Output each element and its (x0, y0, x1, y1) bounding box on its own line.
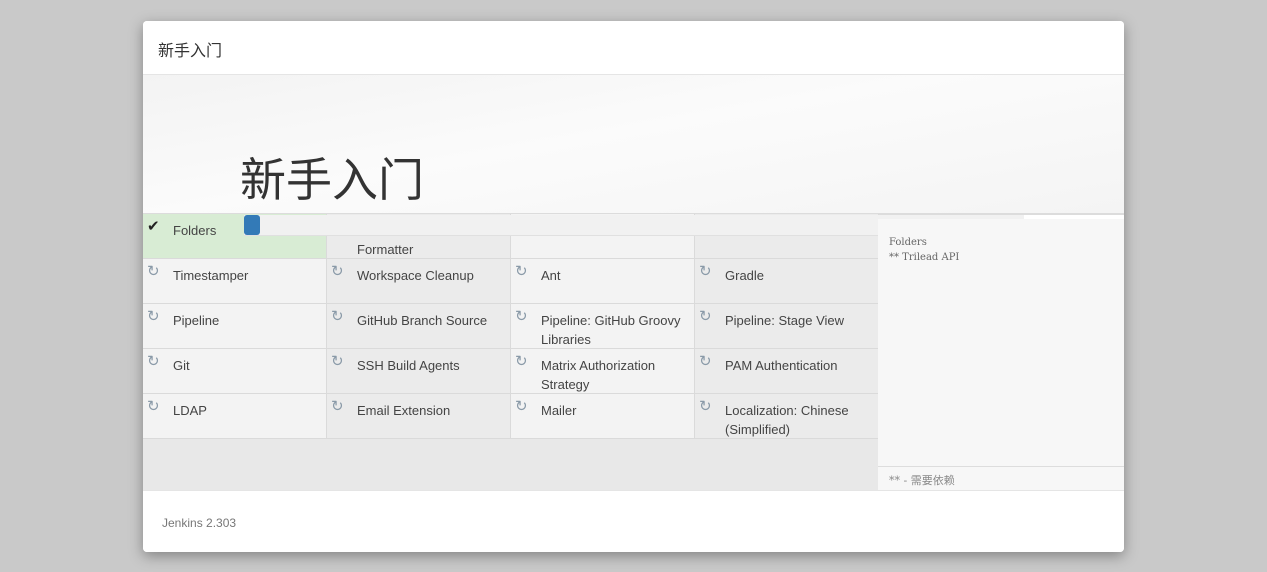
plugin-tile: ↻ Pipeline: GitHub Groovy Libraries (511, 304, 695, 349)
plugin-tile: ↻ Localization: Chinese (Simplified) (695, 394, 879, 439)
plugin-name: Pipeline (173, 313, 220, 328)
plugin-name: Gradle (725, 268, 765, 283)
version-label: Jenkins 2.303 (162, 516, 237, 530)
refresh-icon: ↻ (699, 353, 712, 370)
plugin-name: PAM Authentication (725, 358, 838, 373)
refresh-icon: ↻ (515, 263, 528, 280)
plugin-tile: ↻ Email Extension (327, 394, 511, 439)
plugin-tile: ↻ Gradle (695, 259, 879, 304)
plugin-name: Email Extension (357, 403, 451, 418)
refresh-icon: ↻ (699, 263, 712, 280)
plugin-tile: ↻ Workspace Cleanup (327, 259, 511, 304)
refresh-icon: ↻ (515, 398, 528, 415)
log-line: Folders (889, 237, 927, 248)
refresh-icon: ↻ (699, 398, 712, 415)
dialog-header: 新手入门 (143, 21, 1124, 75)
plugin-name: SSH Build Agents (357, 358, 460, 373)
plugin-tile: ↻ LDAP (143, 394, 327, 439)
setup-wizard-dialog: 新手入门 新手入门 ✔ Folders ↻ Formatter ↻ ↻ ↻ Timestamp… (143, 21, 1124, 552)
plugin-name: Timestamper (173, 268, 249, 283)
refresh-icon: ↻ (331, 398, 344, 415)
plugin-tile: ↻ PAM Authentication (695, 349, 879, 394)
plugin-name: Pipeline: Stage View (725, 313, 845, 328)
refresh-icon: ↻ (147, 263, 160, 280)
dialog-footer: Jenkins 2.303 (143, 490, 1124, 552)
plugin-name: Formatter (357, 242, 414, 257)
refresh-icon: ↻ (331, 308, 344, 325)
hero-banner: 新手入门 (143, 75, 1124, 215)
plugin-name: Localization: Chinese (Simplified) (725, 403, 849, 437)
plugin-tile: ↻ Matrix Authorization Strategy (511, 349, 695, 394)
install-log: Folders ** Trilead API (878, 219, 1124, 491)
plugin-name: Workspace Cleanup (357, 268, 474, 283)
plugin-tile: ↻ GitHub Branch Source (327, 304, 511, 349)
refresh-icon: ↻ (147, 308, 160, 325)
plugin-name: Ant (541, 268, 561, 283)
refresh-icon: ↻ (515, 353, 528, 370)
plugin-tile: ↻ Mailer (511, 394, 695, 439)
refresh-icon: ↻ (147, 353, 160, 370)
log-legend: ** - 需要依赖 (878, 466, 1124, 492)
refresh-icon: ↻ (515, 308, 528, 325)
plugin-name: LDAP (173, 403, 207, 418)
plugin-tile: ↻ Pipeline (143, 304, 327, 349)
plugin-tile: ↻ Timestamper (143, 259, 327, 304)
plugin-tile: ↻ SSH Build Agents (327, 349, 511, 394)
check-icon: ✔ (147, 218, 160, 235)
plugin-tile: ↻ Pipeline: Stage View (695, 304, 879, 349)
refresh-icon: ↻ (147, 398, 160, 415)
refresh-icon: ↻ (331, 353, 344, 370)
refresh-icon: ↻ (699, 308, 712, 325)
install-progress-fill (244, 215, 260, 235)
log-line: ** Trilead API (889, 252, 960, 263)
plugin-tile: ↻ Ant (511, 259, 695, 304)
log-legend-text: ** - 需要依赖 (889, 474, 955, 487)
plugin-tile: ↻ Git (143, 349, 327, 394)
refresh-icon: ↻ (331, 263, 344, 280)
plugin-name: Matrix Authorization Strategy (541, 358, 656, 392)
plugin-name: Pipeline: GitHub Groovy Libraries (541, 313, 681, 347)
plugin-name: Mailer (541, 403, 577, 418)
plugin-name: GitHub Branch Source (357, 313, 488, 328)
plugin-grid: ✔Folders↻Formatter↻↻↻Timestamper↻Workspa… (143, 214, 879, 490)
hero-title: 新手入门 (240, 153, 424, 207)
dialog-title: 新手入门 (158, 41, 223, 60)
plugin-name: Git (173, 358, 190, 373)
